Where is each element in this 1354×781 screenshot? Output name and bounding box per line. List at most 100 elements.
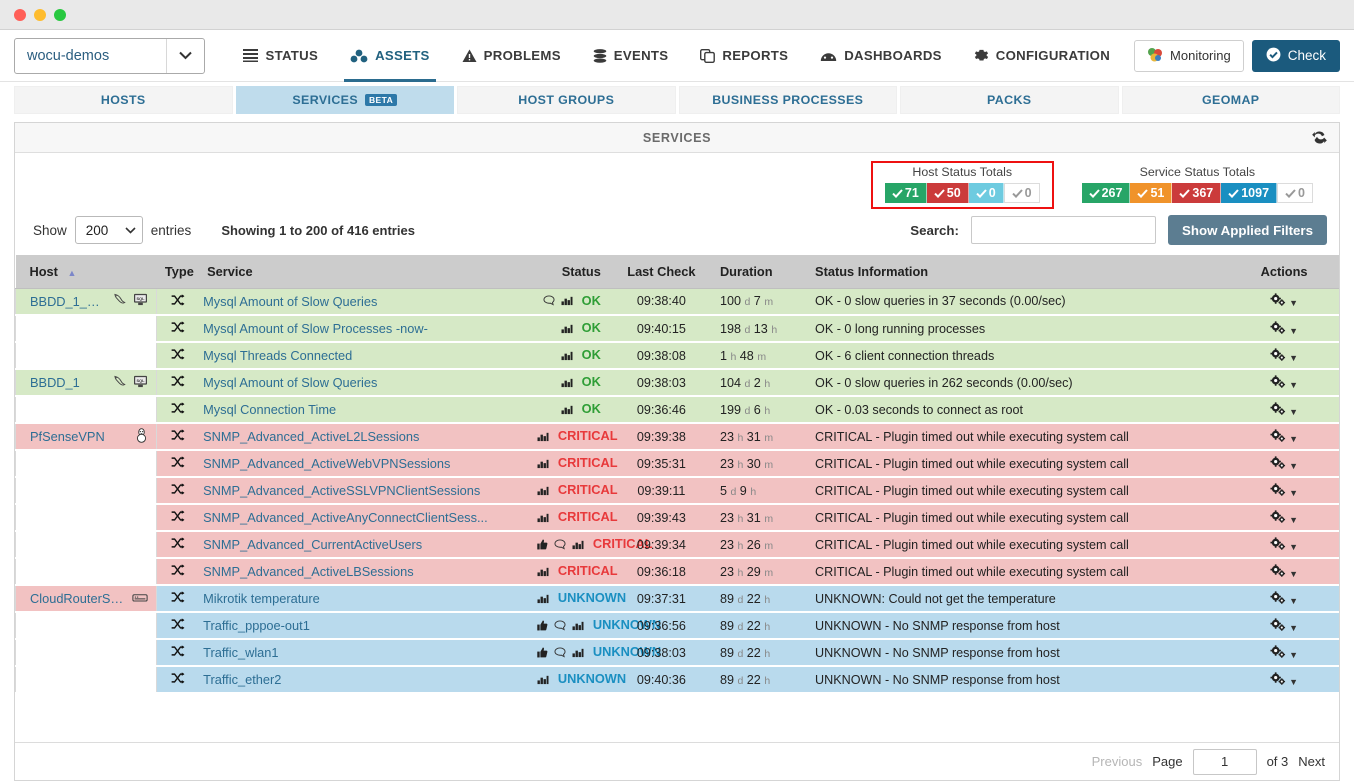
actions-cell[interactable]: ▼ xyxy=(1229,531,1339,559)
actions-menu-button[interactable]: ▼ xyxy=(1270,455,1298,472)
actions-cell[interactable]: ▼ xyxy=(1229,639,1339,667)
table-row[interactable]: SNMP_Advanced_ActiveSSLVPNClientSessions… xyxy=(15,477,1339,505)
column-header-service[interactable]: Service xyxy=(199,255,537,289)
window-close-button[interactable] xyxy=(14,8,26,21)
check-button[interactable]: Check xyxy=(1251,39,1340,72)
service-cell[interactable]: Traffic_wlan1 xyxy=(199,639,537,667)
graph-icon[interactable] xyxy=(537,511,549,526)
actions-menu-button[interactable]: ▼ xyxy=(1270,590,1298,607)
graph-icon[interactable] xyxy=(561,294,573,309)
tab-geomap[interactable]: GEOMAP xyxy=(1121,86,1340,114)
comment-icon[interactable] xyxy=(554,538,566,553)
search-input[interactable] xyxy=(970,216,1156,244)
table-row[interactable]: BBDD_1_SOL SQL Mysql Amount of Slow Querie… xyxy=(15,288,1339,316)
actions-menu-button[interactable]: ▼ xyxy=(1270,374,1298,391)
window-maximize-button[interactable] xyxy=(54,8,66,21)
actions-cell[interactable]: ▼ xyxy=(1229,666,1339,694)
nav-item-configuration[interactable]: CONFIGURATION xyxy=(958,30,1126,82)
actions-cell[interactable]: ▼ xyxy=(1229,477,1339,505)
nav-item-assets[interactable]: ASSETS xyxy=(334,30,446,82)
actions-cell[interactable]: ▼ xyxy=(1229,612,1339,640)
actions-cell[interactable]: ▼ xyxy=(1229,558,1339,586)
nav-item-reports[interactable]: REPORTS xyxy=(684,30,804,82)
actions-cell[interactable]: ▼ xyxy=(1229,396,1339,424)
host-cell[interactable]: PfSenseVPN xyxy=(15,423,158,451)
table-row[interactable]: CloudRouterSwi... Mikrotik temperature UNK… xyxy=(15,585,1339,613)
graph-icon[interactable] xyxy=(561,322,573,337)
host-pill-down[interactable]: 50 xyxy=(926,183,969,203)
service-cell[interactable]: Mikrotik temperature xyxy=(199,585,537,613)
table-row[interactable]: Traffic_pppoe-out1 UNKNOWN 09:36:56 89 d 22… xyxy=(15,612,1339,640)
service-cell[interactable]: Mysql Amount of Slow Queries xyxy=(199,288,537,316)
host-pill-up[interactable]: 71 xyxy=(884,183,927,203)
comment-icon[interactable] xyxy=(554,646,566,661)
actions-cell[interactable]: ▼ xyxy=(1229,342,1339,370)
graph-icon[interactable] xyxy=(537,673,549,688)
entries-per-page-select[interactable]: 200 xyxy=(74,216,143,244)
actions-cell[interactable]: ▼ xyxy=(1229,315,1339,343)
show-applied-filters-button[interactable]: Show Applied Filters xyxy=(1167,215,1327,245)
host-pill-pending[interactable]: 0 xyxy=(1003,183,1040,203)
service-cell[interactable]: Traffic_pppoe-out1 xyxy=(199,612,537,640)
graph-icon[interactable] xyxy=(537,592,549,607)
host-pill-unreachable[interactable]: 0 xyxy=(968,183,1004,203)
service-link[interactable]: Traffic_wlan1 xyxy=(199,645,278,660)
column-header-status-information[interactable]: Status Information xyxy=(807,255,1230,289)
actions-menu-button[interactable]: ▼ xyxy=(1270,320,1298,337)
graph-icon[interactable] xyxy=(537,430,549,445)
host-name[interactable]: BBDD_1 xyxy=(30,375,80,390)
graph-icon[interactable] xyxy=(572,619,584,634)
actions-menu-button[interactable]: ▼ xyxy=(1270,509,1298,526)
column-header-status[interactable]: Status xyxy=(536,255,613,289)
table-row[interactable]: SNMP_Advanced_ActiveWebVPNSessions CRITIC… xyxy=(15,450,1339,478)
table-row[interactable]: SNMP_Advanced_ActiveLBSessions CRITICAL 09… xyxy=(15,558,1339,586)
table-row[interactable]: Traffic_ether2 UNKNOWN 09:40:36 89 d 22 h UN… xyxy=(15,666,1339,694)
tab-hosts[interactable]: HOSTS xyxy=(14,86,233,114)
actions-menu-button[interactable]: ▼ xyxy=(1270,401,1298,418)
table-row[interactable]: SNMP_Advanced_CurrentActiveUsers CRITICAL… xyxy=(15,531,1339,559)
column-header-host[interactable]: Host ▲ xyxy=(15,255,157,289)
column-header-type[interactable]: Type xyxy=(156,255,200,289)
next-page-button[interactable]: Next xyxy=(1298,754,1325,769)
graph-icon[interactable] xyxy=(572,538,584,553)
service-cell[interactable]: SNMP_Advanced_ActiveLBSessions xyxy=(199,558,537,586)
actions-cell[interactable]: ▼ xyxy=(1229,369,1339,397)
service-link[interactable]: SNMP_Advanced_ActiveLBSessions xyxy=(199,564,414,579)
table-row[interactable]: Mysql Amount of Slow Processes -now- OK 09… xyxy=(15,315,1339,343)
service-pill-warning[interactable]: 51 xyxy=(1130,183,1173,203)
column-header-duration[interactable]: Duration xyxy=(709,255,808,289)
service-cell[interactable]: Mysql Connection Time xyxy=(199,396,537,424)
comment-icon[interactable] xyxy=(543,294,555,309)
previous-page-button[interactable]: Previous xyxy=(1092,754,1143,769)
actions-menu-button[interactable]: ▼ xyxy=(1270,293,1298,309)
graph-icon[interactable] xyxy=(561,376,573,391)
service-link[interactable]: Mysql Amount of Slow Queries xyxy=(199,375,377,390)
service-link[interactable]: Mysql Amount of Slow Processes -now- xyxy=(199,321,428,336)
nav-item-problems[interactable]: PROBLEMS xyxy=(446,30,577,82)
service-pill-unknown[interactable]: 1097 xyxy=(1221,183,1278,203)
service-link[interactable]: Traffic_ether2 xyxy=(199,672,281,687)
service-cell[interactable]: Mysql Threads Connected xyxy=(199,342,537,370)
service-link[interactable]: Mysql Threads Connected xyxy=(199,348,352,363)
table-row[interactable]: Mysql Connection Time OK 09:36:46 199 d 6 h… xyxy=(15,396,1339,424)
host-name[interactable]: PfSenseVPN xyxy=(30,429,105,444)
actions-menu-button[interactable]: ▼ xyxy=(1270,536,1298,553)
chevron-down-icon[interactable] xyxy=(166,38,204,73)
tab-packs[interactable]: PACKS xyxy=(900,86,1119,114)
graph-icon[interactable] xyxy=(537,484,549,499)
actions-cell[interactable]: ▼ xyxy=(1229,504,1339,532)
comment-icon[interactable] xyxy=(554,619,566,634)
thumbs-up-icon[interactable] xyxy=(537,538,548,553)
service-pill-ok[interactable]: 267 xyxy=(1081,183,1131,203)
actions-cell[interactable]: ▼ xyxy=(1229,288,1339,316)
nav-item-status[interactable]: STATUS xyxy=(227,30,334,82)
table-row[interactable]: BBDD_1 SQL Mysql Amount of Slow Queries OK 0… xyxy=(15,369,1339,397)
service-cell[interactable]: SNMP_Advanced_ActiveWebVPNSessions xyxy=(199,450,537,478)
refresh-icon[interactable] xyxy=(1312,130,1327,150)
tab-business-processes[interactable]: BUSINESS PROCESSES xyxy=(678,86,897,114)
thumbs-up-icon[interactable] xyxy=(537,646,548,661)
table-row[interactable]: PfSenseVPN SNMP_Advanced_ActiveL2LSession… xyxy=(15,423,1339,451)
service-link[interactable]: Traffic_pppoe-out1 xyxy=(199,618,310,633)
host-name[interactable]: CloudRouterSwi... xyxy=(30,591,126,606)
actions-menu-button[interactable]: ▼ xyxy=(1270,671,1298,688)
